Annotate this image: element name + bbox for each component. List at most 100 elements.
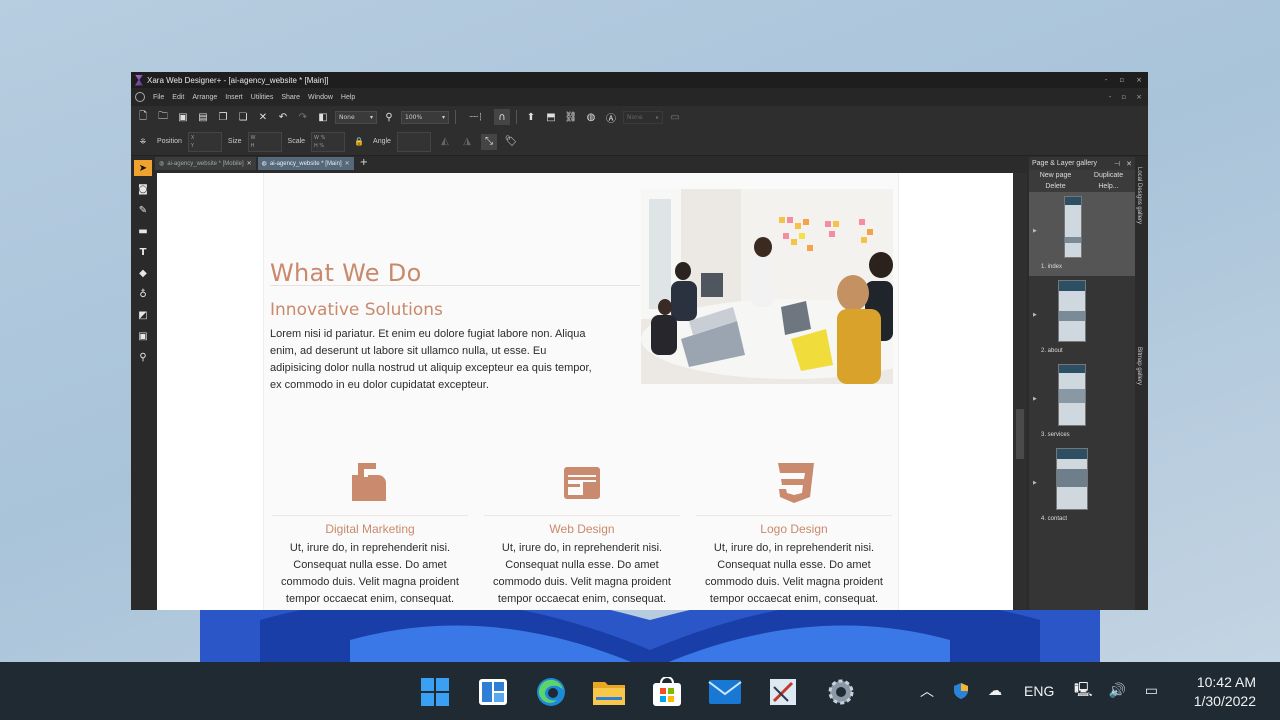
canvas-vertical-scrollbar[interactable] (1013, 173, 1027, 610)
service-title[interactable]: Web Design (482, 522, 682, 536)
size-fields[interactable]: WH (247, 131, 282, 152)
minimize-button[interactable]: - (1105, 76, 1108, 84)
save-as-icon[interactable]: ▤ (195, 109, 211, 125)
bevel-tool-icon[interactable]: ▣ (134, 328, 152, 344)
shadow-tool-icon[interactable]: ◩ (134, 307, 152, 323)
expand-arrow-icon[interactable]: ▶ (1033, 396, 1037, 402)
service-description[interactable]: Ut, irure do, in reprehenderit nisi. Con… (694, 540, 894, 608)
bitmap-gallery-tab[interactable]: Bitmap gallery (1136, 347, 1142, 385)
new-page-button[interactable]: New page (1029, 170, 1082, 181)
blend-dropdown[interactable]: None ▾ (335, 110, 377, 124)
start-windows-icon[interactable] (415, 672, 455, 712)
none-dropdown[interactable]: None ▸ (623, 110, 663, 124)
delete-button[interactable]: Delete (1029, 181, 1082, 192)
expand-arrow-icon[interactable]: ▶ (1033, 312, 1037, 318)
transform-toggle-icon[interactable]: ⤡ (480, 133, 497, 150)
doc-restore-button[interactable]: ▫ (1121, 93, 1126, 101)
tab-mobile[interactable]: ◍ ai-agency_website * [Mobile] ✕ (155, 157, 256, 170)
local-designs-gallery-tab[interactable]: Local Designs gallery (1136, 167, 1142, 224)
rectangle-tool-icon[interactable]: ▬ (134, 223, 152, 239)
fill-tool-icon[interactable]: ◆ (134, 265, 152, 281)
doc-minimize-button[interactable]: - (1109, 93, 1112, 101)
security-shield-icon[interactable] (950, 680, 972, 702)
menu-arrange[interactable]: Arrange (188, 94, 221, 101)
maximize-button[interactable]: ▫ (1119, 76, 1124, 84)
paste-icon[interactable]: ❏ (235, 109, 251, 125)
chevron-up-icon[interactable]: ︿ (916, 680, 938, 702)
expand-arrow-icon[interactable]: ▶ (1033, 480, 1037, 486)
clock[interactable]: 10:42 AM 1/30/2022 (1176, 673, 1256, 711)
transparency-tool-icon[interactable]: ♁ (134, 286, 152, 302)
text-fit-icon[interactable]: Ⓐ (603, 109, 619, 125)
position-fields[interactable]: XY (187, 131, 222, 152)
selector-tool-icon[interactable]: ➤ (134, 160, 152, 176)
redo-icon[interactable]: ↷ (295, 109, 311, 125)
scrollbar-thumb[interactable] (1016, 409, 1024, 459)
scale-fields[interactable]: W % H % (311, 131, 346, 152)
intro-paragraph[interactable]: Lorem nisi id pariatur. Et enim eu dolor… (270, 326, 600, 394)
service-description[interactable]: Ut, irure do, in reprehenderit nisi. Con… (482, 540, 682, 608)
pen-tool-icon[interactable]: ✎ (134, 202, 152, 218)
snipping-tool-icon[interactable] (763, 672, 803, 712)
delete-icon[interactable]: ✕ (255, 109, 271, 125)
copy-icon[interactable]: ❐ (215, 109, 231, 125)
flip-vertical-icon[interactable]: ◮ (459, 134, 475, 150)
globe-icon[interactable] (135, 92, 145, 102)
zoom-icon[interactable]: ⚲ (381, 109, 397, 125)
service-title[interactable]: Logo Design (694, 522, 894, 536)
settings-gear-icon[interactable] (821, 672, 861, 712)
expand-arrow-icon[interactable]: ▶ (1033, 228, 1037, 234)
snap-magnet-icon[interactable]: ∩ (494, 109, 510, 125)
zoom-tool-icon[interactable]: ⚲ (134, 349, 152, 365)
doc-close-button[interactable]: × (1136, 93, 1142, 101)
photo-tool-icon[interactable]: ◙ (134, 181, 152, 197)
gallery-page-index[interactable]: ▶ 1. index (1029, 192, 1135, 276)
gallery-page-services[interactable]: ▶ 3. services (1029, 360, 1135, 444)
duplicate-button[interactable]: Duplicate (1082, 170, 1135, 181)
menu-file[interactable]: File (149, 94, 168, 101)
team-meeting-photo[interactable] (641, 189, 893, 384)
panel-icon[interactable]: ▭ (667, 109, 683, 125)
widgets-icon[interactable] (473, 672, 513, 712)
menu-edit[interactable]: Edit (168, 94, 188, 101)
bring-forward-icon[interactable]: ⬆ (523, 109, 539, 125)
onedrive-cloud-icon[interactable]: ☁ (984, 680, 1006, 702)
edge-browser-icon[interactable] (531, 672, 571, 712)
gallery-page-contact[interactable]: ▶ 4. contact (1029, 444, 1135, 528)
battery-icon[interactable]: ▭ (1140, 680, 1162, 702)
menu-window[interactable]: Window (304, 94, 337, 101)
close-button[interactable]: × (1136, 76, 1142, 84)
blend-icon[interactable]: ◧ (315, 109, 331, 125)
page-heading[interactable]: What We Do (270, 259, 422, 287)
new-document-icon[interactable]: 🗋 (135, 109, 151, 125)
service-title[interactable]: Digital Marketing (270, 522, 470, 536)
menu-share[interactable]: Share (277, 94, 304, 101)
network-icon[interactable]: 🖳 (1072, 680, 1094, 702)
tab-main[interactable]: ◍ ai-agency_website * [Main] ✕ (257, 157, 354, 170)
angle-field[interactable] (396, 131, 431, 152)
open-folder-icon[interactable]: 🗀 (155, 109, 171, 125)
help-button[interactable]: Help... (1082, 181, 1135, 192)
add-tab-button[interactable]: + (356, 157, 372, 170)
microsoft-store-icon[interactable] (647, 672, 687, 712)
mail-icon[interactable] (705, 672, 745, 712)
zoom-dropdown[interactable]: 100% ▾ (401, 110, 449, 124)
service-description[interactable]: Ut, irure do, in reprehenderit nisi. Con… (270, 540, 470, 608)
volume-icon[interactable]: 🔊 (1106, 680, 1128, 702)
grid-ruler-icon[interactable]: ┄┄┆ (462, 109, 490, 125)
design-canvas[interactable]: What We Do Innovative Solutions Lorem ni… (157, 173, 1013, 610)
text-tool-icon[interactable]: T (134, 244, 152, 260)
selector-options-icon[interactable]: ⁜ (135, 134, 151, 150)
save-icon[interactable]: ▣ (175, 109, 191, 125)
lock-aspect-icon[interactable]: 🔒 (351, 134, 367, 150)
menu-insert[interactable]: Insert (221, 94, 247, 101)
menu-help[interactable]: Help (337, 94, 359, 101)
undo-icon[interactable]: ↶ (275, 109, 291, 125)
link-icon[interactable]: ⛓ (563, 109, 579, 125)
pin-icon[interactable]: ⊣ (1114, 160, 1120, 168)
flip-horizontal-icon[interactable]: ◭ (437, 134, 453, 150)
menu-utilities[interactable]: Utilities (247, 94, 278, 101)
gallery-page-about[interactable]: ▶ 2. about (1029, 276, 1135, 360)
close-icon[interactable]: ✕ (1126, 160, 1132, 168)
tag-icon[interactable]: 🏷 (503, 134, 519, 150)
